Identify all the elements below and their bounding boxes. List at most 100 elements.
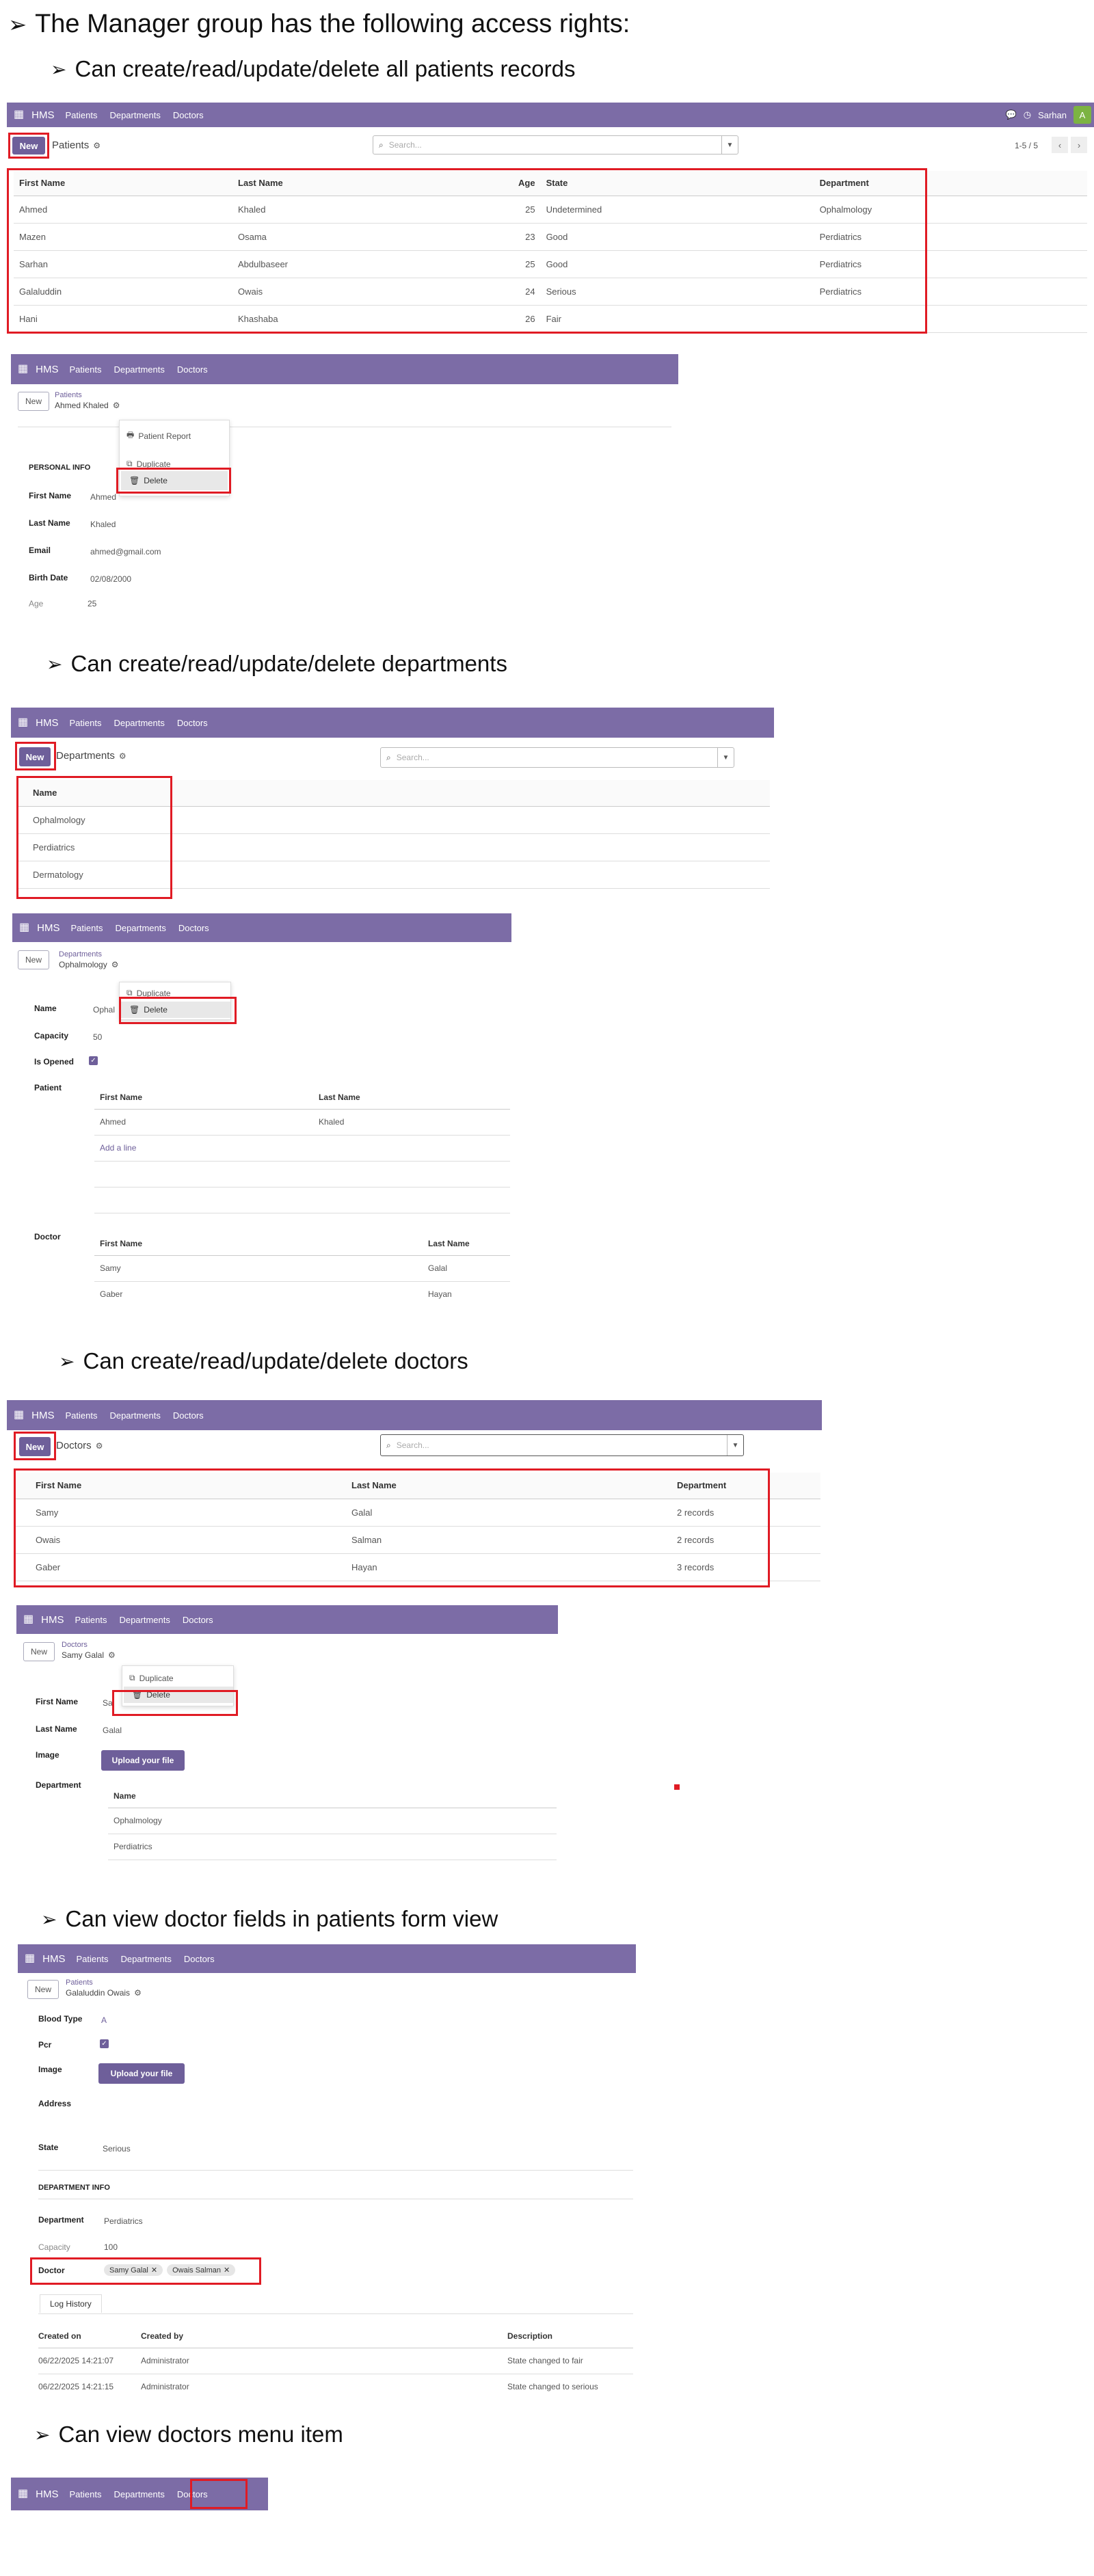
nav-brand[interactable]: HMS	[36, 2488, 58, 2500]
apps-grid-icon[interactable]: ▦	[23, 1614, 34, 1625]
col-first-name[interactable]: First Name	[94, 1086, 313, 1110]
nav-doctors[interactable]: Doctors	[183, 1615, 213, 1625]
new-button[interactable]: New	[23, 1642, 55, 1661]
apps-grid-icon[interactable]: ▦	[19, 922, 29, 933]
gear-icon[interactable]: ⚙	[134, 1988, 142, 1998]
nav-patients[interactable]: Patients	[65, 110, 97, 120]
table-row[interactable]: 06/22/2025 14:21:15 Administrator State ch…	[38, 2374, 633, 2396]
search-dropdown-icon[interactable]: ▼	[721, 136, 738, 154]
gear-icon[interactable]: ⚙	[111, 960, 119, 969]
new-button[interactable]: New	[18, 392, 49, 411]
nav-doctors[interactable]: Doctors	[177, 364, 208, 375]
nav-departments[interactable]: Departments	[119, 1615, 170, 1625]
nav-patients[interactable]: Patients	[69, 718, 101, 728]
add-line-link[interactable]: Add a line	[94, 1135, 510, 1162]
field-value[interactable]: 50	[93, 1032, 102, 1042]
search-input[interactable]: ⌕ Search... ▼	[380, 747, 734, 768]
avatar[interactable]: A	[1073, 106, 1091, 124]
field-value[interactable]: Serious	[103, 2144, 131, 2154]
field-value[interactable]: Perdiatrics	[104, 2216, 143, 2226]
upload-button[interactable]: Upload your file	[98, 2063, 185, 2084]
menu-item-duplicate[interactable]: ⧉ Duplicate	[129, 1673, 174, 1683]
nav-patients[interactable]: Patients	[65, 1410, 97, 1421]
nav-departments[interactable]: Departments	[114, 364, 164, 375]
field-value[interactable]: ahmed@gmail.com	[90, 547, 161, 556]
pager-prev-icon[interactable]: ‹	[1052, 137, 1068, 153]
field-value[interactable]: A	[101, 2015, 107, 2025]
search-input[interactable]: ⌕ Search... ▼	[380, 1434, 744, 1456]
nav-patients[interactable]: Patients	[69, 364, 101, 375]
is-opened-checkbox[interactable]: ✓	[89, 1056, 98, 1065]
nav-brand[interactable]: HMS	[36, 717, 58, 729]
nav-departments[interactable]: Departments	[120, 1954, 171, 1964]
col-last-name[interactable]: Last Name	[423, 1232, 510, 1256]
gear-icon[interactable]: ⚙	[96, 1441, 103, 1451]
breadcrumb[interactable]: Patients	[55, 391, 82, 399]
apps-grid-icon[interactable]: ▦	[18, 717, 28, 728]
apps-grid-icon[interactable]: ▦	[18, 364, 28, 375]
nav-doctors[interactable]: Doctors	[173, 110, 204, 120]
nav-doctors[interactable]: Doctors	[184, 1954, 215, 1964]
field-value[interactable]: Sa	[103, 1698, 113, 1708]
nav-brand[interactable]: HMS	[37, 922, 59, 934]
nav-doctors[interactable]: Doctors	[177, 718, 208, 728]
table-row[interactable]: 06/22/2025 14:21:07 Administrator State ch…	[38, 2348, 633, 2374]
menu-item-patient-report[interactable]: 🖶 Patient Report	[126, 429, 191, 443]
search-dropdown-icon[interactable]: ▼	[727, 1435, 743, 1455]
field-value[interactable]: 02/08/2000	[90, 574, 131, 584]
breadcrumb[interactable]: Departments	[59, 950, 102, 958]
pcr-checkbox[interactable]: ✓	[100, 2039, 109, 2048]
nav-patients[interactable]: Patients	[76, 1954, 108, 1964]
apps-grid-icon[interactable]: ▦	[14, 109, 24, 120]
col-name[interactable]: Name	[108, 1784, 557, 1808]
nav-brand[interactable]: HMS	[31, 109, 54, 121]
apps-grid-icon[interactable]: ▦	[18, 2488, 28, 2499]
field-value[interactable]: Galal	[103, 1726, 122, 1735]
gear-icon[interactable]: ⚙	[119, 751, 126, 761]
field-value[interactable]: Ophal	[93, 1005, 115, 1015]
chat-icon[interactable]: 💬	[1006, 109, 1017, 120]
gear-icon[interactable]: ⚙	[108, 1650, 116, 1660]
table-row[interactable]: Ophalmology	[108, 1808, 557, 1834]
col-first-name[interactable]: First Name	[94, 1232, 423, 1256]
nav-departments[interactable]: Departments	[114, 2489, 164, 2499]
apps-grid-icon[interactable]: ▦	[14, 1410, 24, 1421]
breadcrumb[interactable]: Doctors	[62, 1641, 88, 1649]
field-value[interactable]: Khaled	[90, 520, 116, 529]
nav-departments[interactable]: Departments	[114, 718, 164, 728]
nav-patients[interactable]: Patients	[69, 2489, 101, 2499]
nav-brand[interactable]: HMS	[36, 364, 58, 375]
user-name[interactable]: Sarhan	[1038, 110, 1067, 120]
col-last-name[interactable]: Last Name	[313, 1086, 510, 1110]
table-row[interactable]: Gaber Hayan	[94, 1281, 510, 1304]
new-button[interactable]: New	[27, 1980, 59, 1999]
nav-brand[interactable]: HMS	[41, 1614, 64, 1626]
table-row[interactable]: Samy Galal	[94, 1255, 510, 1282]
search-dropdown-icon[interactable]: ▼	[717, 748, 734, 767]
table-row[interactable]: Ahmed Khaled	[94, 1109, 510, 1136]
col-description[interactable]: Description	[502, 2324, 633, 2348]
upload-button[interactable]: Upload your file	[101, 1750, 185, 1771]
col-created-on[interactable]: Created on	[38, 2324, 135, 2348]
nav-departments[interactable]: Departments	[109, 1410, 160, 1421]
tab-log-history[interactable]: Log History	[40, 2294, 102, 2313]
gear-icon[interactable]: ⚙	[93, 141, 101, 150]
col-created-by[interactable]: Created by	[135, 2324, 502, 2348]
nav-doctors[interactable]: Doctors	[178, 923, 209, 933]
field-value[interactable]: Ahmed	[90, 492, 116, 502]
nav-departments[interactable]: Departments	[109, 110, 160, 120]
nav-brand[interactable]: HMS	[42, 1953, 65, 1965]
breadcrumb[interactable]: Patients	[66, 1978, 93, 1987]
apps-grid-icon[interactable]: ▦	[25, 1953, 35, 1964]
nav-brand[interactable]: HMS	[31, 1410, 54, 1421]
nav-patients[interactable]: Patients	[75, 1615, 107, 1625]
clock-icon[interactable]: ◷	[1024, 109, 1031, 120]
table-row[interactable]: Perdiatrics	[108, 1834, 557, 1860]
nav-doctors[interactable]: Doctors	[173, 1410, 204, 1421]
gear-icon[interactable]: ⚙	[113, 401, 120, 410]
pager-next-icon[interactable]: ›	[1071, 137, 1087, 153]
new-button[interactable]: New	[18, 950, 49, 969]
nav-departments[interactable]: Departments	[115, 923, 165, 933]
search-input[interactable]: ⌕ Search... ▼	[373, 135, 738, 155]
nav-patients[interactable]: Patients	[70, 923, 103, 933]
